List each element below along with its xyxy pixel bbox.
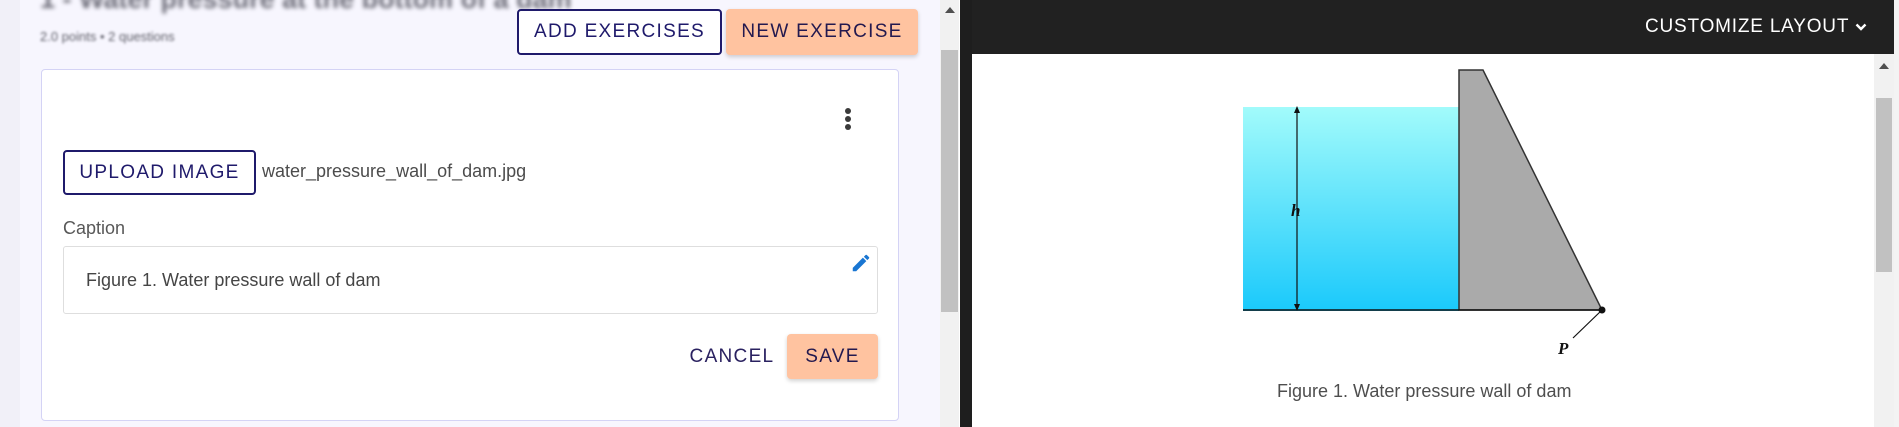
uploaded-file-name: water_pressure_wall_of_dam.jpg xyxy=(262,161,527,181)
cancel-button[interactable]: CANCEL xyxy=(686,335,778,379)
window-edge xyxy=(1894,0,1899,427)
section-title: 1 - Water pressure at the bottom of a da… xyxy=(40,0,572,15)
caption-label: Caption xyxy=(63,218,126,238)
point-label: P xyxy=(1557,339,1569,358)
upload-image-button[interactable]: UPLOAD IMAGE xyxy=(63,150,256,195)
water-body xyxy=(1243,107,1459,311)
dam-figure: h P xyxy=(1243,69,1606,358)
add-exercises-button[interactable]: ADD EXERCISES xyxy=(517,9,722,55)
editor-scrollbar-thumb[interactable] xyxy=(941,50,958,312)
section-meta: 2.0 points • 2 questions xyxy=(40,29,175,44)
dam-wall xyxy=(1458,69,1604,311)
arrow-up-icon[interactable] xyxy=(940,2,959,18)
chevron-down-icon xyxy=(1855,23,1867,31)
customize-layout-button[interactable]: CUSTOMIZE LAYOUT xyxy=(1645,14,1867,40)
point-p-marker xyxy=(1598,306,1606,314)
save-button[interactable]: SAVE xyxy=(787,334,878,379)
customize-layout-label: CUSTOMIZE LAYOUT xyxy=(1645,16,1850,37)
pencil-icon[interactable] xyxy=(850,252,872,274)
kebab-menu-icon[interactable] xyxy=(836,104,860,134)
preview-scrollbar-thumb[interactable] xyxy=(1876,98,1892,272)
editor-gutter xyxy=(0,0,20,427)
caption-value: Figure 1. Water pressure wall of dam xyxy=(86,270,381,290)
height-label: h xyxy=(1291,201,1300,220)
preview-border xyxy=(960,0,972,427)
arrow-up-icon[interactable] xyxy=(1874,58,1894,74)
new-exercise-button[interactable]: NEW EXERCISE xyxy=(726,9,918,55)
figure-caption: Figure 1. Water pressure wall of dam xyxy=(1277,381,1572,401)
point-leader-line xyxy=(1572,309,1603,339)
exercise-editor-pane: 1 - Water pressure at the bottom of a da… xyxy=(0,0,940,427)
